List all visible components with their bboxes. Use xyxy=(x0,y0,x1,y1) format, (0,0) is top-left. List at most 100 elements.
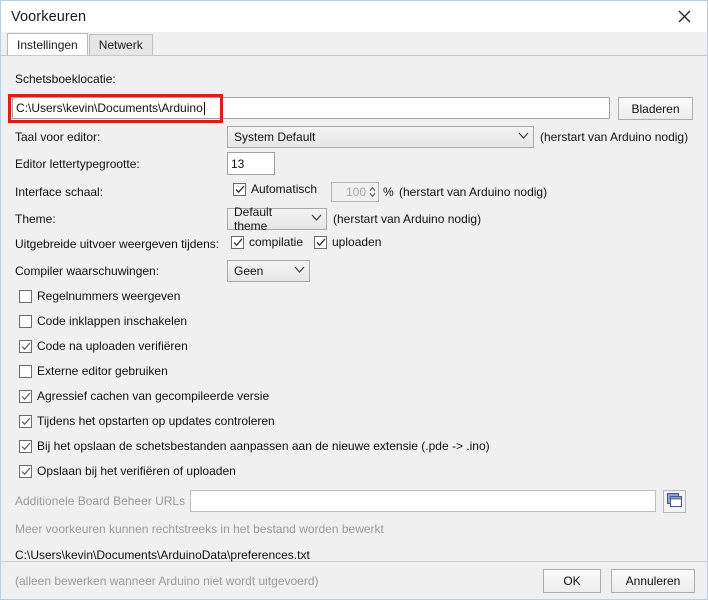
close-icon xyxy=(678,10,691,23)
verbose-compilatie-checkbox[interactable] xyxy=(231,235,244,249)
compiler-warnings-label-row: Compiler waarschuwingen: xyxy=(15,264,159,278)
tab-instellingen[interactable]: Instellingen xyxy=(7,33,88,55)
regelnummers-checkbox[interactable] xyxy=(19,289,32,303)
interface-scale-note: (herstart van Arduino nodig) xyxy=(399,185,548,199)
verbose-uploaden-row[interactable]: uploaden xyxy=(314,235,381,249)
info-line-1: Meer voorkeuren kunnen rechtstreeks in h… xyxy=(15,522,384,536)
interface-scale-value: 100 xyxy=(345,185,366,199)
checkbox-row-updates-controleren[interactable]: Tijdens het opstarten op updates control… xyxy=(19,414,275,428)
editor-language-select[interactable]: System Default xyxy=(227,126,534,148)
tab-strip: Instellingen Netwerk xyxy=(1,32,707,55)
settings-panel: Schetsboeklocatie: C:\Users\kevin\Docume… xyxy=(1,55,707,588)
auto-scale-checkbox[interactable] xyxy=(233,182,246,196)
editor-font-size-label: Editor lettertypegrootte: xyxy=(15,157,140,171)
editor-font-size-value: 13 xyxy=(231,156,245,171)
cancel-button-label: Annuleren xyxy=(625,573,681,588)
info-line-3: (alleen bewerken wanneer Arduino niet wo… xyxy=(15,574,319,588)
interface-scale-note-row: (herstart van Arduino nodig) xyxy=(399,185,547,199)
chevron-down-icon xyxy=(518,132,529,142)
regelnummers-label: Regelnummers weergeven xyxy=(37,289,181,303)
editor-language-label: Taal voor editor: xyxy=(15,130,101,144)
info-line-3-row: (alleen bewerken wanneer Arduino niet wo… xyxy=(15,574,319,588)
interface-scale-spinner[interactable]: 100 xyxy=(331,182,379,202)
agressief-cachen-checkbox[interactable] xyxy=(19,389,32,403)
checkbox-row-regelnummers[interactable]: Regelnummers weergeven xyxy=(19,289,180,303)
theme-note-row: (herstart van Arduino nodig) xyxy=(333,212,481,226)
interface-scale-auto-row[interactable]: Automatisch xyxy=(233,182,317,196)
info-line-1-row: Meer voorkeuren kunnen rechtstreeks in h… xyxy=(15,522,384,536)
text-caret xyxy=(203,101,205,115)
compiler-warnings-select[interactable]: Geen xyxy=(227,260,310,282)
checkbox-row-externe-editor[interactable]: Externe editor gebruiken xyxy=(19,364,168,378)
code-verifieren-checkbox[interactable] xyxy=(19,339,32,353)
checkbox-row-extensie-aanpassen[interactable]: Bij het opslaan de schetsbestanden aanpa… xyxy=(19,439,490,453)
compiler-warnings-label: Compiler waarschuwingen: xyxy=(15,264,160,278)
checkbox-row-code-inklappen[interactable]: Code inklappen inschakelen xyxy=(19,314,187,328)
editor-language-note-row: (herstart van Arduino nodig) xyxy=(540,130,688,144)
title-bar: Voorkeuren xyxy=(1,1,707,32)
preferences-dialog: Voorkeuren Instellingen Netwerk Schetsbo… xyxy=(0,0,708,600)
checkbox-row-opslaan-verifieren[interactable]: Opslaan bij het verifiëren of uploaden xyxy=(19,464,236,478)
chevron-down-icon xyxy=(294,266,305,276)
theme-select[interactable]: Default theme xyxy=(227,205,327,233)
preferences-file-path: C:\Users\kevin\Documents\ArduinoData\pre… xyxy=(15,548,310,562)
close-button[interactable] xyxy=(661,1,707,32)
auto-scale-label: Automatisch xyxy=(251,182,318,196)
externe-editor-checkbox[interactable] xyxy=(19,364,32,378)
extensie-aanpassen-label: Bij het opslaan de schetsbestanden aanpa… xyxy=(37,439,490,453)
cancel-button[interactable]: Annuleren xyxy=(611,568,695,593)
interface-scale-percent: % xyxy=(383,185,394,199)
browse-button-label: Bladeren xyxy=(631,101,680,116)
interface-scale-label-row: Interface schaal: xyxy=(15,185,103,199)
verbose-uploaden-checkbox[interactable] xyxy=(314,235,327,249)
theme-value: Default theme xyxy=(234,205,273,233)
verbose-uploaden-label: uploaden xyxy=(332,235,382,249)
ok-button-label: OK xyxy=(563,573,581,588)
sketchbook-path-value: C:\Users\kevin\Documents\Arduino xyxy=(16,101,203,115)
opslaan-verifieren-checkbox[interactable] xyxy=(19,464,32,478)
editor-font-size-label-row: Editor lettertypegrootte: xyxy=(15,157,140,171)
editor-language-label-row: Taal voor editor: xyxy=(15,130,100,144)
ok-button[interactable]: OK xyxy=(543,568,601,593)
opslaan-verifieren-label: Opslaan bij het verifiëren of uploaden xyxy=(37,464,236,478)
window-copy-icon xyxy=(667,493,682,510)
extensie-aanpassen-checkbox[interactable] xyxy=(19,439,32,453)
sketchbook-label-row: Schetsboeklocatie: xyxy=(15,72,116,86)
theme-label-row: Theme: xyxy=(15,212,56,226)
interface-scale-label: Interface schaal: xyxy=(15,185,104,199)
verbose-compilatie-row[interactable]: compilatie xyxy=(231,235,303,249)
updates-controleren-label: Tijdens het opstarten op updates control… xyxy=(37,414,275,428)
checkbox-row-code-verifieren[interactable]: Code na uploaden verifiëren xyxy=(19,339,188,353)
editor-language-value: System Default xyxy=(234,130,316,144)
editor-font-size-input[interactable]: 13 xyxy=(227,152,275,175)
tab-instellingen-label: Instellingen xyxy=(17,37,78,52)
board-urls-label: Additionele Board Beheer URLs xyxy=(15,494,186,508)
theme-note: (herstart van Arduino nodig) xyxy=(333,212,482,226)
browse-button[interactable]: Bladeren xyxy=(618,97,693,120)
code-inklappen-checkbox[interactable] xyxy=(19,314,32,328)
board-urls-input[interactable] xyxy=(190,490,656,512)
externe-editor-label: Externe editor gebruiken xyxy=(37,364,168,378)
spinner-arrows-icon[interactable] xyxy=(369,186,376,198)
chevron-down-icon xyxy=(311,214,322,224)
agressief-cachen-label: Agressief cachen van gecompileerde versi… xyxy=(37,389,270,403)
editor-language-note: (herstart van Arduino nodig) xyxy=(540,130,689,144)
verbose-output-label-row: Uitgebreide uitvoer weergeven tijdens: xyxy=(15,237,219,251)
theme-label: Theme: xyxy=(15,212,56,226)
verbose-output-label: Uitgebreide uitvoer weergeven tijdens: xyxy=(15,237,220,251)
interface-scale-percent-row: % xyxy=(383,185,394,199)
tab-netwerk-label: Netwerk xyxy=(98,38,143,52)
compiler-warnings-value: Geen xyxy=(234,264,264,278)
board-urls-open-button[interactable] xyxy=(663,490,686,513)
sketchbook-path-input[interactable]: C:\Users\kevin\Documents\Arduino xyxy=(12,97,610,119)
code-inklappen-label: Code inklappen inschakelen xyxy=(37,314,188,328)
tab-netwerk[interactable]: Netwerk xyxy=(88,34,153,55)
updates-controleren-checkbox[interactable] xyxy=(19,414,32,428)
board-urls-label-row: Additionele Board Beheer URLs xyxy=(15,494,185,508)
code-verifieren-label: Code na uploaden verifiëren xyxy=(37,339,188,353)
window-title: Voorkeuren xyxy=(11,8,87,25)
verbose-compilatie-label: compilatie xyxy=(249,235,304,249)
sketchbook-label: Schetsboeklocatie: xyxy=(15,72,116,86)
info-path-row: C:\Users\kevin\Documents\ArduinoData\pre… xyxy=(15,548,310,562)
checkbox-row-agressief-cachen[interactable]: Agressief cachen van gecompileerde versi… xyxy=(19,389,269,403)
